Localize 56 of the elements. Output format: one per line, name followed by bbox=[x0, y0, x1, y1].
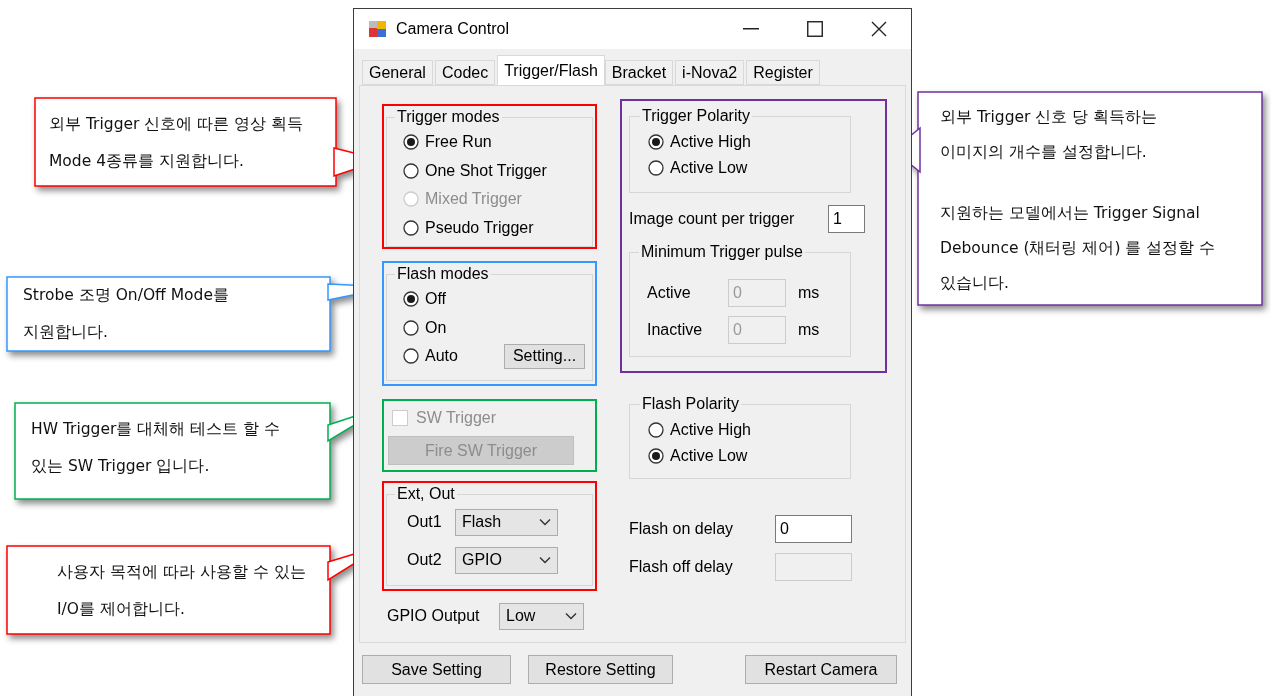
tab[interactable]: General bbox=[362, 60, 433, 85]
callout-text: 지원하는 모델에서는 Trigger Signal Debounce (채터링 제어) 를 설정할 수 있습니다. bbox=[940, 203, 1217, 294]
field-label: Image count per trigger bbox=[629, 210, 796, 228]
tab[interactable]: Codec bbox=[434, 60, 496, 85]
checkbox-label: SW Trigger bbox=[416, 409, 496, 427]
setting-button[interactable]: Setting... bbox=[503, 343, 586, 369]
field-label: Out1 bbox=[407, 513, 443, 531]
callout-text: 사용자 목적에 따라 사용할 수 있는 I/O를 제어합니다. bbox=[57, 562, 307, 620]
radio-option[interactable]: Active High bbox=[648, 417, 751, 443]
dropdown[interactable]: Low bbox=[499, 602, 584, 630]
chevron-icon bbox=[539, 556, 551, 564]
radio-option[interactable]: Active Low bbox=[648, 443, 748, 469]
group-title: Flash modes bbox=[396, 265, 490, 283]
close-icon bbox=[871, 21, 887, 37]
text-field[interactable]: 1 bbox=[828, 205, 865, 233]
text-field[interactable]: 0 bbox=[775, 515, 852, 543]
callout-text: 외부 Trigger 신호 당 획득하는 이미지의 개수를 설정합니다. bbox=[940, 107, 1159, 163]
dropdown[interactable]: GPIO bbox=[455, 546, 558, 574]
radio-option[interactable]: One Shot Trigger bbox=[403, 156, 547, 185]
tab[interactable]: Trigger/Flash bbox=[497, 55, 605, 85]
radio-option[interactable]: Free Run bbox=[403, 128, 492, 157]
unit-label: ms bbox=[798, 284, 820, 302]
maximize-icon bbox=[807, 21, 823, 37]
field-label: Inactive bbox=[647, 321, 704, 339]
chevron-icon bbox=[565, 612, 577, 620]
callout-text: HW Trigger를 대체해 테스트 할 수 있는 SW Trigger 입니다. bbox=[31, 419, 282, 477]
dialog-button[interactable]: Save Setting bbox=[362, 655, 511, 684]
group-title: Flash Polarity bbox=[641, 395, 740, 413]
tab[interactable]: Bracket bbox=[604, 60, 674, 85]
radio-option[interactable]: Active Low bbox=[648, 155, 748, 181]
app-icon bbox=[368, 19, 388, 39]
radio-option[interactable]: Off bbox=[403, 285, 447, 314]
unit-label: ms bbox=[798, 321, 820, 339]
field-label: Flash off delay bbox=[629, 558, 734, 576]
group-title: Trigger modes bbox=[396, 108, 501, 126]
radio-option[interactable]: Active High bbox=[648, 129, 751, 155]
radio-option[interactable]: Auto bbox=[403, 342, 458, 371]
radio-option[interactable]: Pseudo Trigger bbox=[403, 213, 534, 242]
dialog-button[interactable]: Restore Setting bbox=[528, 655, 673, 684]
field-label: Active bbox=[647, 284, 692, 302]
group-title: Trigger Polarity bbox=[641, 107, 751, 125]
field-label: Out2 bbox=[407, 551, 443, 569]
callout-text: Strobe 조명 On/Off Mode를 지원합니다. bbox=[23, 285, 230, 343]
field-label: GPIO Output bbox=[387, 607, 481, 625]
dropdown[interactable]: Flash bbox=[455, 508, 558, 536]
chevron-icon bbox=[539, 518, 551, 526]
group-title: Minimum Trigger pulse bbox=[640, 243, 804, 261]
radio-option[interactable]: On bbox=[403, 313, 447, 342]
callout-text: 외부 Trigger 신호에 따른 영상 획득 Mode 4종류를 지원합니다. bbox=[49, 114, 305, 172]
window-title: Camera Control bbox=[396, 20, 510, 38]
group-title: Ext, Out bbox=[396, 485, 456, 503]
minimize-icon bbox=[743, 28, 759, 30]
field-label: Flash on delay bbox=[629, 520, 735, 538]
dialog-button[interactable]: Restart Camera bbox=[745, 655, 897, 684]
tab[interactable]: i-Nova2 bbox=[675, 60, 745, 85]
tab[interactable]: Register bbox=[746, 60, 820, 85]
